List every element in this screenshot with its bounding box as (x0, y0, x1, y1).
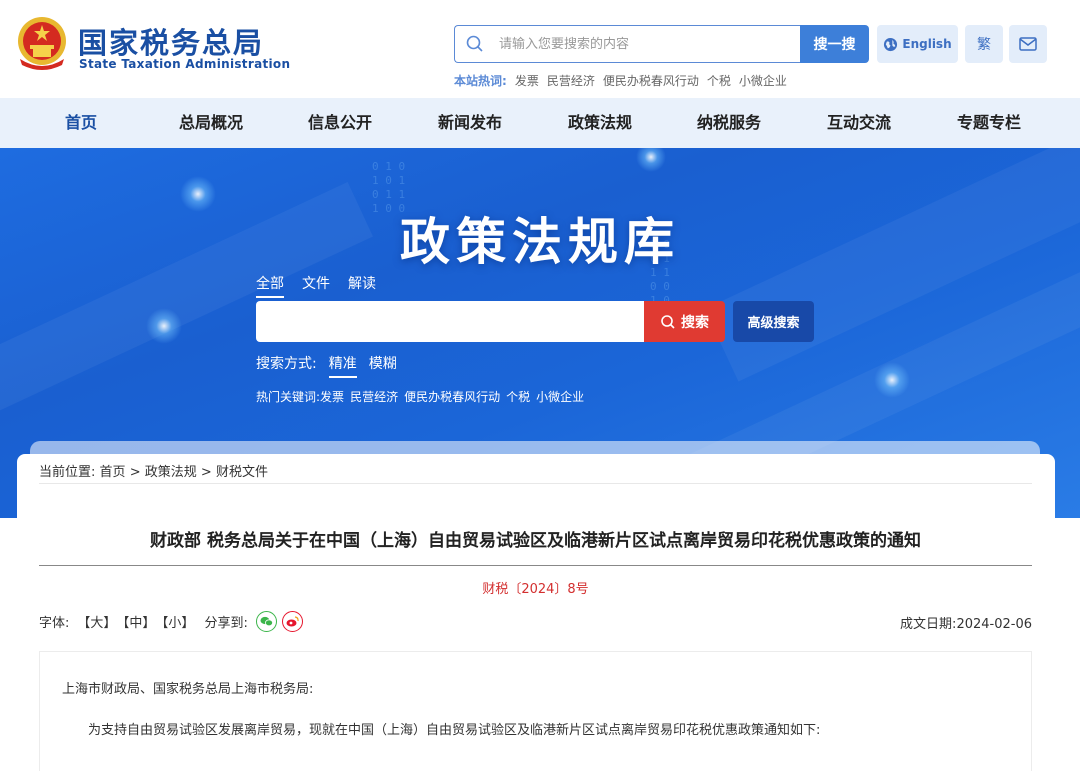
site-search-button[interactable]: 搜一搜 (800, 25, 869, 63)
breadcrumb-label: 当前位置: (39, 465, 96, 480)
nav-item-policy[interactable]: 政策法规 (535, 98, 665, 148)
hot-words-label: 本站热词: (454, 74, 507, 88)
site-logo-cn[interactable]: 国家税务总局 (78, 20, 264, 62)
banner-tabs: 全部 文件 解读 (256, 273, 376, 298)
hot-keyword-link[interactable]: 个税 (506, 388, 530, 405)
search-icon (466, 35, 483, 52)
advanced-search-button[interactable]: 高级搜索 (733, 301, 814, 342)
banner-hot-keywords: 热门关键词: 发票 民营经济 便民办税春风行动 个税 小微企业 (256, 388, 584, 405)
site-header: 国家税务总局 State Taxation Administration 搜一搜… (0, 0, 1080, 98)
hot-keyword-link[interactable]: 民营经济 (350, 388, 398, 405)
weibo-share-button[interactable] (281, 611, 303, 632)
site-logo-en[interactable]: State Taxation Administration (79, 57, 290, 71)
wechat-share-button[interactable] (255, 611, 277, 632)
article-title: 财政部 税务总局关于在中国（上海）自由贸易试验区及临港新片区试点离岸贸易印花税优… (150, 531, 921, 551)
document-number: 财税〔2024〕8号 (482, 582, 589, 597)
font-size-medium[interactable]: 【中】 (116, 612, 155, 631)
breadcrumb-fiscal-docs[interactable]: 财税文件 (216, 465, 268, 480)
banner-glow (146, 308, 182, 344)
mail-button[interactable] (1009, 25, 1047, 63)
hot-keyword-link[interactable]: 便民办税春风行动 (404, 388, 500, 405)
breadcrumb-policy[interactable]: 政策法规 (145, 465, 197, 480)
tab-documents[interactable]: 文件 (302, 273, 330, 298)
search-mode-fuzzy[interactable]: 模糊 (369, 353, 397, 378)
nav-item-home[interactable]: 首页 (16, 98, 146, 148)
english-button[interactable]: English (877, 25, 958, 63)
nav-item-tax-service[interactable]: 纳税服务 (664, 98, 794, 148)
article-card: 当前位置: 首页 > 政策法规 > 财税文件 财政部 税务总局关于在中国（上海）… (17, 454, 1055, 771)
breadcrumb-separator: > (200, 465, 212, 480)
site-search-input[interactable] (499, 34, 789, 54)
search-icon (661, 314, 675, 329)
breadcrumb: 当前位置: 首页 > 政策法规 > 财税文件 (39, 461, 268, 480)
font-size-label: 字体: (39, 616, 70, 631)
breadcrumb-home[interactable]: 首页 (100, 465, 126, 480)
tab-interpretation[interactable]: 解读 (348, 273, 376, 298)
policy-search-button[interactable]: 搜索 (644, 301, 725, 342)
breadcrumb-separator: > (129, 465, 141, 480)
traditional-chinese-button[interactable]: 繁 (965, 25, 1003, 63)
share-label: 分享到: (204, 616, 248, 631)
font-size-small[interactable]: 【小】 (155, 612, 194, 631)
wechat-icon (260, 616, 273, 627)
date-label: 成文日期: (900, 617, 957, 632)
banner-glow (636, 148, 666, 172)
hot-keywords-label: 热门关键词: (256, 390, 321, 404)
weibo-icon (286, 616, 299, 627)
english-label: English (902, 37, 952, 51)
article-salutation: 上海市财政局、国家税务总局上海市税务局: (62, 682, 314, 697)
hot-word-link[interactable]: 民营经济 (547, 72, 595, 89)
publish-date: 成文日期:2024-02-06 (900, 613, 1032, 632)
hot-keyword-link[interactable]: 发票 (320, 388, 344, 405)
hot-word-link[interactable]: 个税 (707, 72, 731, 89)
national-emblem-icon[interactable] (16, 15, 68, 71)
nav-item-news[interactable]: 新闻发布 (405, 98, 535, 148)
tab-all[interactable]: 全部 (256, 273, 284, 298)
search-mode-label: 搜索方式: (256, 356, 317, 372)
nav-item-interaction[interactable]: 互动交流 (794, 98, 924, 148)
main-nav: 首页 总局概况 信息公开 新闻发布 政策法规 纳税服务 互动交流 专题专栏 (0, 98, 1080, 148)
hot-word-link[interactable]: 便民办税春风行动 (603, 72, 699, 89)
policy-search-label: 搜索 (681, 314, 709, 331)
site-search-box (454, 25, 801, 63)
article-body: 上海市财政局、国家税务总局上海市税务局: 为支持自由贸易试验区发展离岸贸易，现就… (39, 651, 1032, 771)
article-paragraph: 为支持自由贸易试验区发展离岸贸易，现就在中国（上海）自由贸易试验区及临港新片区试… (88, 723, 821, 738)
divider (39, 483, 1032, 484)
site-hot-words: 本站热词: 发票 民营经济 便民办税春风行动 个税 小微企业 (454, 72, 787, 89)
hot-word-link[interactable]: 发票 (515, 72, 539, 89)
date-value: 2024-02-06 (956, 617, 1032, 632)
policy-search-input[interactable] (256, 301, 644, 342)
nav-item-overview[interactable]: 总局概况 (146, 98, 276, 148)
hot-word-link[interactable]: 小微企业 (739, 72, 787, 89)
hot-keyword-link[interactable]: 小微企业 (536, 388, 584, 405)
article-tools: 字体: 【大】 【中】 【小】 分享到: (39, 611, 303, 632)
mail-icon (1019, 37, 1037, 51)
search-mode: 搜索方式: 精准 模糊 (256, 353, 397, 378)
font-size-large[interactable]: 【大】 (77, 612, 116, 631)
search-mode-exact[interactable]: 精准 (328, 353, 357, 378)
nav-item-special-topics[interactable]: 专题专栏 (924, 98, 1054, 148)
globe-icon (884, 37, 898, 51)
banner-title: 政策法规库 (400, 212, 680, 271)
nav-item-info-disclosure[interactable]: 信息公开 (275, 98, 405, 148)
banner-glow (874, 362, 910, 398)
divider (39, 565, 1032, 566)
